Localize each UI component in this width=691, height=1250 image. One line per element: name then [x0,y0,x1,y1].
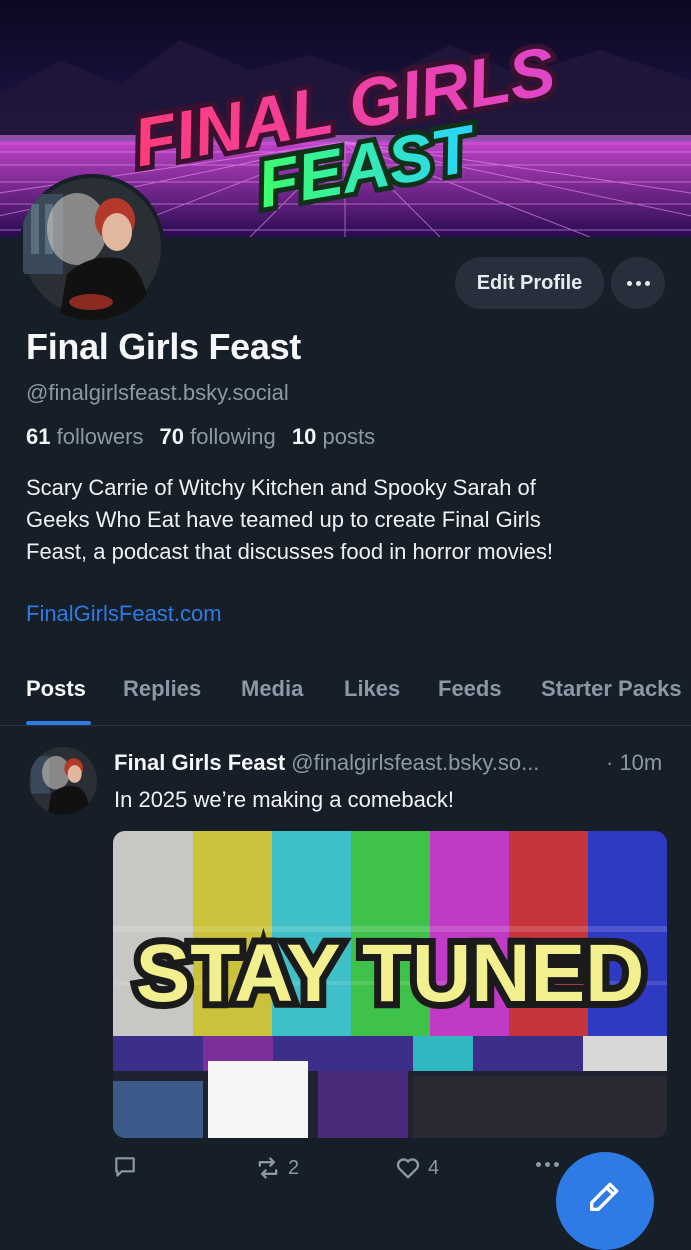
posts-count: 10 [291,424,317,449]
like-button[interactable]: 4 [394,1154,439,1182]
post-avatar-photo [29,747,97,815]
followers-label: followers [56,424,144,449]
reply-button[interactable] [112,1154,144,1180]
post-ellipsis-icon [536,1162,559,1167]
repost-count: 2 [288,1156,300,1179]
profile-stats: 61 followers 70 following 10 posts [26,424,375,450]
tab-replies[interactable]: Replies [123,676,201,702]
post-more-button[interactable] [536,1162,559,1167]
avatar-photo [19,174,165,320]
post-timestamp[interactable]: · 10m [606,750,662,776]
post-author-name[interactable]: Final Girls Feast [114,750,285,775]
tab-feeds[interactable]: Feeds [438,676,502,702]
tabs-divider [0,725,691,726]
post-header: Final Girls Feast @finalgirlsfeast.bsky.… [114,750,539,776]
heart-icon [396,1158,420,1179]
svg-text:STAY TUNED: STAY TUNED [136,928,645,1019]
repost-button[interactable]: 2 [254,1154,299,1182]
posts-stat: 10 posts [292,424,375,449]
repost-icon [258,1157,278,1179]
tab-likes[interactable]: Likes [344,676,400,702]
profile-avatar[interactable] [19,174,165,320]
compose-pencil-icon [590,1182,619,1211]
profile-handle: @finalgirlsfeast.bsky.social [26,380,289,405]
following-link[interactable]: 70 following [160,424,276,449]
following-label: following [190,424,276,449]
ellipsis-icon [626,280,650,286]
tab-posts[interactable]: Posts [26,676,86,702]
post-author-handle[interactable]: @finalgirlsfeast.bsky.so... [291,750,539,775]
like-count: 4 [428,1156,440,1179]
post-author-avatar[interactable] [29,747,97,815]
post-image[interactable]: STAY TUNED STAY TUNED [113,831,667,1138]
profile-tabs: Posts Replies Media Likes Feeds Starter … [0,664,691,726]
profile-display-name: Final Girls Feast [26,326,301,367]
followers-count: 61 [26,424,51,449]
bio-line: Feast, a podcast that discusses food in … [26,539,554,564]
reply-icon [115,1157,135,1177]
tab-media[interactable]: Media [241,676,303,702]
tab-starter-packs[interactable]: Starter Packs [541,676,682,702]
more-options-button[interactable] [611,257,665,309]
bio-line: Geeks Who Eat have teamed up to create F… [26,507,541,532]
following-count: 70 [159,424,185,449]
bio-line: Scary Carrie of Witchy Kitchen and Spook… [26,475,536,500]
post-text: In 2025 we’re making a comeback! [114,787,454,812]
compose-button[interactable] [556,1152,654,1250]
edit-profile-button[interactable]: Edit Profile [455,257,604,309]
profile-bio: Scary Carrie of Witchy Kitchen and Spook… [26,472,666,568]
profile-website-link[interactable]: FinalGirlsFeast.com [26,601,222,627]
followers-link[interactable]: 61 followers [26,424,143,449]
posts-label: posts [322,424,376,449]
stay-tuned-image: STAY TUNED STAY TUNED [113,831,667,1138]
